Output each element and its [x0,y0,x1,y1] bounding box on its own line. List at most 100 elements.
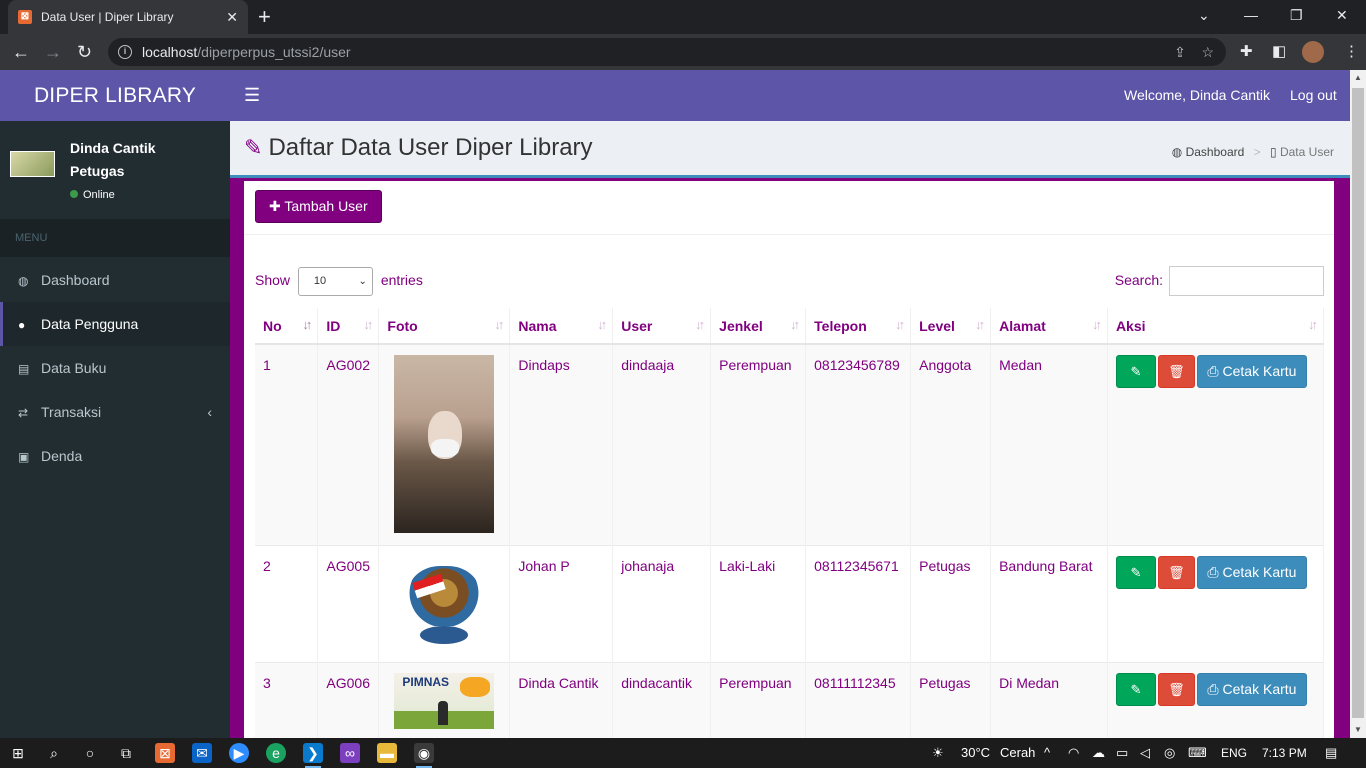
minimize-icon[interactable]: — [1244,0,1258,34]
file-explorer-icon[interactable]: ▬ [377,743,397,763]
user-icon: ● [18,318,26,332]
column-header-aksi[interactable]: Aksi ↓↑ [1107,308,1325,345]
keyboard-icon[interactable]: ⌨ [1188,738,1207,768]
column-header-telepon[interactable]: Telepon ↓↑ [805,308,912,345]
site-info-icon[interactable]: i [118,45,132,59]
forward-icon[interactable]: → [44,40,62,64]
cell-level: Petugas [910,662,992,738]
page-scrollbar[interactable]: ▲ ▼ [1350,70,1366,738]
url-field[interactable]: i localhost/diperperpus_utssi2/user ⇪ ☆ [108,38,1226,66]
sidebar-toggle-icon[interactable]: ☰ [244,85,260,106]
close-window-icon[interactable]: ✕ [1336,0,1348,34]
url-host: localhost [142,44,198,60]
language-indicator[interactable]: ENG [1221,738,1247,768]
delete-button[interactable]: 🗑 [1157,556,1195,589]
page-length-control: Show 10 ⌄ entries [255,266,423,296]
cell-user: dindaaja [612,343,712,546]
delete-button[interactable]: 🗑 [1157,355,1195,388]
chrome-icon[interactable]: ◉ [414,743,434,768]
volume-icon[interactable]: ◁ [1140,738,1150,768]
sidebar-item-transaksi[interactable]: ⇄ Transaksi ‹ [0,390,230,434]
chevron-up-icon[interactable]: ^ [1044,738,1050,768]
column-header-alamat[interactable]: Alamat ↓↑ [990,308,1108,345]
logout-link[interactable]: Log out [1290,87,1337,103]
profile-avatar[interactable] [1302,41,1324,63]
cell-no: 1 [255,343,319,546]
close-tab-icon[interactable]: ✕ [226,9,238,26]
user-photo [402,556,486,650]
edit-button[interactable]: ✎ [1115,673,1156,706]
search-icon[interactable]: ⌕ [44,743,64,763]
xampp-taskbar-icon[interactable]: ⊠ [155,743,175,763]
camera-icon[interactable]: ◎ [1164,738,1175,768]
edit-button[interactable]: ✎ [1115,556,1156,589]
sidebar-item-dashboard[interactable]: ◍ Dashboard [0,258,230,302]
delete-button[interactable]: 🗑 [1157,673,1195,706]
column-header-foto[interactable]: Foto ↓↑ [378,308,511,345]
clock[interactable]: 7:13 PM [1262,738,1307,768]
table-row: 3 AG006 PIMNAS Dinda Cantik dindacantik … [255,662,1325,738]
print-card-button[interactable]: ⎙ Cetak Kartu [1196,556,1307,589]
add-user-button[interactable]: ✚ Tambah User [255,190,382,223]
browser-menu-icon[interactable]: ⋮ [1344,42,1359,60]
windows-start-icon[interactable]: ⊞ [8,743,28,763]
tab-search-icon[interactable]: ⌄ [1198,0,1210,34]
print-card-button[interactable]: ⎙ Cetak Kartu [1196,673,1307,706]
trash-icon: 🗑 [1168,364,1185,379]
task-view-icon[interactable]: ⧉ [116,743,136,763]
breadcrumb-dashboard[interactable]: Dashboard [1186,145,1245,159]
weather-temp[interactable]: 30°C [961,738,990,768]
mail-icon[interactable]: ✉ [192,743,212,763]
side-panel-icon[interactable]: ◧ [1272,42,1286,60]
sidebar-item-denda[interactable]: ▣ Denda [0,434,230,478]
cortana-icon[interactable]: ○ [80,743,100,763]
weather-status[interactable]: Cerah [1000,738,1035,768]
reload-icon[interactable]: ↻ [77,40,92,64]
cell-alamat: Di Medan [990,662,1108,738]
share-icon[interactable]: ⇪ [1174,44,1186,60]
sort-icon: ↓↑ [363,317,373,332]
wifi-icon[interactable]: ◠ [1068,738,1079,768]
visual-studio-icon[interactable]: ∞ [340,743,360,763]
user-role: Petugas [70,163,125,179]
column-header-level[interactable]: Level ↓↑ [910,308,992,345]
sidebar-item-data-buku[interactable]: ▤ Data Buku [0,346,230,390]
notifications-icon[interactable]: ▤ [1325,738,1337,768]
column-header-no[interactable]: No ↓↑ [255,308,319,345]
search-input[interactable] [1169,266,1324,297]
column-header-nama[interactable]: Nama ↓↑ [509,308,614,345]
cloud-icon[interactable]: ☁ [1092,738,1105,768]
battery-icon[interactable]: ▭ [1116,738,1128,768]
edge-icon[interactable]: e [266,743,286,763]
edit-icon: ✎ [1130,682,1142,697]
restore-icon[interactable]: ❐ [1290,0,1303,34]
scroll-up-icon[interactable]: ▲ [1350,70,1366,86]
edit-button[interactable]: ✎ [1115,355,1156,388]
bookmark-star-icon[interactable]: ☆ [1201,44,1214,60]
weather-icon[interactable]: ☀ [932,738,944,768]
scrollbar-thumb[interactable] [1352,88,1364,718]
cell-level: Petugas [910,545,992,663]
column-header-jenkel[interactable]: Jenkel ↓↑ [710,308,807,345]
trash-icon: 🗑 [1168,682,1185,697]
print-card-button[interactable]: ⎙ Cetak Kartu [1196,355,1307,388]
table-row: 2 AG005 Johan P johanaja Laki-Laki 08112… [255,545,1325,663]
sidebar-item-data-pengguna[interactable]: ● Data Pengguna [0,302,230,346]
cell-alamat: Bandung Barat [990,545,1108,663]
column-header-id[interactable]: ID ↓↑ [317,308,380,345]
back-icon[interactable]: ← [12,40,30,64]
app-logo[interactable]: DIPER LIBRARY [0,70,230,121]
scroll-down-icon[interactable]: ▼ [1350,722,1366,738]
exchange-icon: ⇄ [18,406,29,420]
column-header-user[interactable]: User ↓↑ [612,308,712,345]
new-tab-icon[interactable]: + [258,4,271,30]
chevron-left-icon: ‹ [207,404,212,420]
sort-icon: ↓↑ [790,317,800,332]
browser-tab[interactable]: ⊠ Data User | Diper Library ✕ [8,0,248,34]
extensions-icon[interactable]: ✚ [1240,42,1253,60]
zoom-icon[interactable]: ▶ [229,743,249,763]
vscode-icon[interactable]: ❯ [303,743,323,768]
cell-aksi: ✎ 🗑 ⎙ Cetak Kartu [1107,662,1325,738]
page-length-select[interactable]: 10 ⌄ [297,266,373,296]
print-icon: ⎙ [1207,681,1219,697]
